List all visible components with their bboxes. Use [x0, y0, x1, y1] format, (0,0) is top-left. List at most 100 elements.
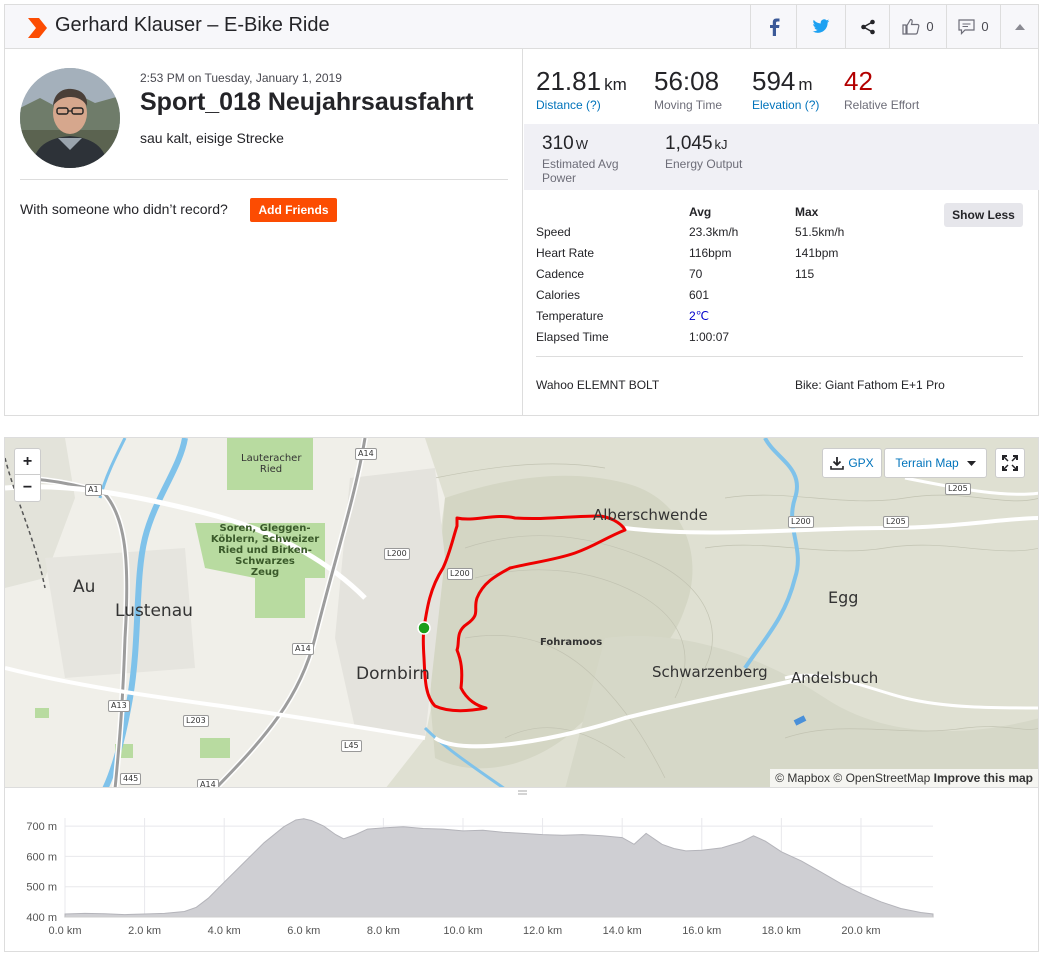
x-tick-label: 8.0 km: [367, 925, 400, 937]
elevation-unit: m: [798, 75, 813, 94]
place-nature-reserve: Soren, Gleggen- Köblern, Schweizer Ried un…: [210, 523, 320, 578]
relative-effort-label: Relative Effort: [844, 98, 920, 112]
stat-row-label: Calories: [536, 288, 581, 302]
divider: [536, 356, 1023, 357]
relative-effort-stat[interactable]: 42 Relative Effort: [844, 66, 919, 112]
resize-handle[interactable]: [516, 789, 529, 796]
moving-time-value: 56:08: [654, 66, 720, 96]
strava-e-bike-icon: [28, 18, 47, 38]
comment-icon: [958, 18, 975, 35]
energy-unit: kJ: [714, 137, 728, 152]
x-tick-label: 16.0 km: [682, 925, 721, 937]
power-value: 310: [542, 133, 574, 154]
stat-row-heart-rate: Heart Rate 116bpm 141bpm: [536, 246, 839, 264]
place-au: Au: [73, 577, 96, 597]
kudos-button[interactable]: 0: [889, 5, 946, 48]
elevation-area[interactable]: [64, 818, 934, 918]
distance-label[interactable]: Distance (?): [536, 98, 627, 112]
zoom-in-button[interactable]: +: [15, 449, 40, 475]
y-tick-label: 700 m: [26, 821, 57, 833]
route-map[interactable]: Lauteracher Ried Soren, Gleggen- Köblern, …: [4, 437, 1039, 788]
collapse-button[interactable]: [1000, 5, 1038, 48]
stat-row-max: 115: [795, 267, 815, 281]
fullscreen-button[interactable]: [995, 448, 1025, 478]
kudos-count: 0: [926, 19, 934, 34]
share-button[interactable]: [845, 5, 889, 48]
comments-count: 0: [981, 19, 989, 34]
stat-row-avg: 1:00:07: [689, 330, 730, 344]
page-title: Gerhard Klauser – E-Bike Ride: [55, 14, 330, 36]
add-friends-button[interactable]: Add Friends: [250, 198, 337, 222]
divider: [20, 179, 508, 180]
device-name: Wahoo ELEMNT BOLT: [536, 378, 660, 392]
stat-row-speed: Speed 23.3km/h 51.5km/h: [536, 225, 844, 243]
map-type-label: Terrain Map: [895, 456, 959, 470]
power-label-line2: Power: [542, 171, 577, 185]
x-tick-label: 10.0 km: [443, 925, 482, 937]
road-label: A14: [292, 643, 314, 655]
moving-time-label: Moving Time: [654, 98, 723, 112]
power-stat: 310 W Estimated Avg Power: [542, 133, 619, 185]
place-alberschwende: Alberschwende: [593, 506, 708, 524]
energy-label: Energy Output: [665, 157, 743, 171]
activity-name: Sport_018 Neujahrsausfahrt: [140, 88, 474, 116]
road-label: A14: [355, 448, 377, 460]
activity-info: 2:53 PM on Tuesday, January 1, 2019 Spor…: [5, 48, 523, 415]
chevron-down-icon: [966, 460, 976, 466]
avatar[interactable]: [20, 68, 120, 168]
download-icon: [830, 457, 845, 470]
stat-row-label: Speed: [536, 225, 571, 239]
comments-button[interactable]: 0: [946, 5, 1000, 48]
road-label: 445: [120, 773, 142, 785]
elevation-profile[interactable]: 400 m 500 m 600 m 700 m 0.0 km 2.0 km 4.0 km 6.…: [4, 788, 1039, 952]
stat-row-avg: 23.3km/h: [689, 225, 739, 239]
place-andelsbuch: Andelsbuch: [791, 669, 879, 687]
stat-row-label: Elapsed Time: [536, 330, 609, 344]
stat-row-cadence: Cadence 70 115: [536, 267, 836, 285]
activity-summary: 2:53 PM on Tuesday, January 1, 2019 Spor…: [4, 48, 1039, 416]
stat-row-max: 51.5km/h: [795, 225, 845, 239]
place-schwarzenberg: Schwarzenberg: [652, 663, 768, 681]
map-type-dropdown[interactable]: Terrain Map: [884, 448, 987, 478]
y-tick-label: 500 m: [26, 882, 57, 894]
facebook-share-button[interactable]: [750, 5, 796, 48]
activity-stats: 21.81 km Distance (?) 56:08 Moving Time 5…: [524, 48, 1039, 415]
elevation-chart: 400 m 500 m 600 m 700 m 0.0 km 2.0 km 4.0 km 6.…: [26, 789, 934, 937]
elevation-stat: 594 m Elevation (?): [752, 66, 819, 112]
road-label: L45: [341, 740, 362, 752]
mapbox-credit[interactable]: © Mapbox: [775, 771, 830, 785]
show-less-button[interactable]: Show Less: [944, 203, 1023, 227]
map-attribution: © Mapbox © OpenStreetMap Improve this ma…: [770, 769, 1038, 787]
x-tick-label: 18.0 km: [762, 925, 801, 937]
athlete-photo: [20, 68, 120, 168]
bike-name[interactable]: Bike: Giant Fathom E+1 Pro: [795, 378, 945, 392]
distance-value: 21.81: [536, 66, 602, 96]
elevation-value: 594: [752, 66, 796, 96]
x-tick-label: 12.0 km: [523, 925, 562, 937]
moving-time-stat: 56:08 Moving Time: [654, 66, 722, 112]
energy-stat: 1,045 kJ Energy Output: [665, 133, 742, 171]
stat-row-calories: Calories 601: [536, 288, 836, 306]
power-label-line1: Estimated Avg: [542, 157, 619, 171]
fullscreen-icon: [1002, 455, 1018, 471]
road-label: A14: [197, 779, 219, 787]
facebook-icon: [769, 18, 779, 36]
twitter-icon: [812, 19, 830, 33]
stat-row-avg: 70: [689, 267, 703, 281]
with-someone-text: With someone who didn’t record?: [20, 201, 228, 217]
twitter-share-button[interactable]: [796, 5, 845, 48]
elevation-label[interactable]: Elevation (?): [752, 98, 819, 112]
relative-effort-value: 42: [844, 66, 873, 96]
zoom-out-button[interactable]: −: [15, 475, 40, 501]
osm-credit[interactable]: © OpenStreetMap: [833, 771, 930, 785]
place-lauteracher-ried: Lauteracher Ried: [241, 453, 302, 475]
gpx-download-button[interactable]: GPX: [822, 448, 882, 478]
improve-map-link[interactable]: Improve this map: [934, 771, 1033, 785]
place-fohramoos: Fohramoos: [540, 637, 603, 648]
stat-row-max: 141bpm: [795, 246, 839, 260]
distance-unit: km: [604, 75, 627, 94]
road-label: L200: [788, 516, 814, 528]
y-tick-label: 400 m: [26, 912, 57, 924]
stat-row-label: Heart Rate: [536, 246, 595, 260]
x-tick-label: 20.0 km: [841, 925, 880, 937]
